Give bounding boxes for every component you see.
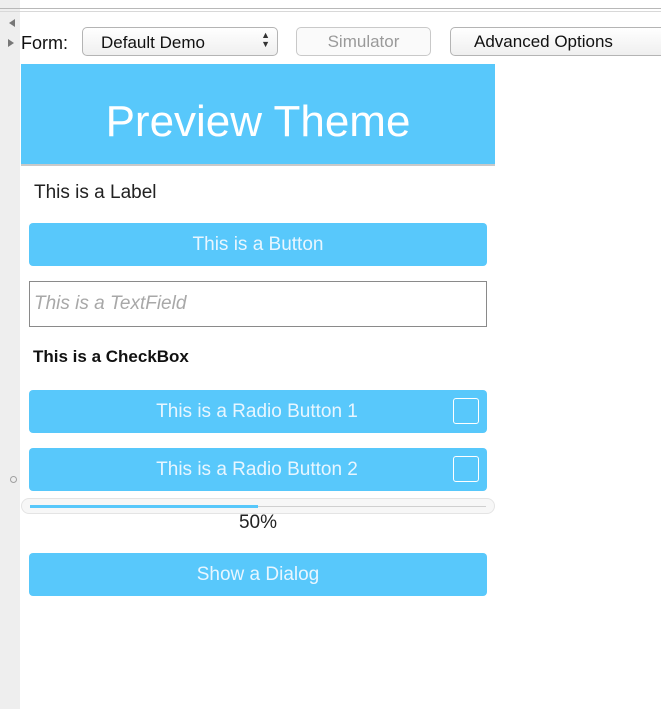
radio-button-1[interactable]: This is a Radio Button 1 — [29, 390, 487, 433]
top-divider-secondary — [0, 11, 661, 12]
show-dialog-button[interactable]: Show a Dialog — [29, 553, 487, 596]
radio-button-2-label: This is a Radio Button 2 — [156, 459, 358, 480]
sample-textfield-input[interactable] — [30, 282, 486, 326]
advanced-options-button[interactable]: Advanced Options — [450, 27, 661, 56]
slider-value: 50% — [238, 512, 278, 533]
preview-title: Preview Theme — [21, 64, 495, 164]
form-select[interactable]: Default Demo ▲ ▼ — [82, 27, 278, 56]
collapse-left-icon[interactable] — [9, 19, 15, 27]
radio-button-1-label: This is a Radio Button 1 — [156, 401, 358, 422]
radio-2-checkbox-icon[interactable] — [453, 456, 479, 482]
updown-arrows-icon: ▲ ▼ — [261, 30, 270, 49]
radio-1-checkbox-icon[interactable] — [453, 398, 479, 424]
top-divider — [0, 8, 661, 9]
sample-button[interactable]: This is a Button — [29, 223, 487, 266]
sample-textfield[interactable] — [29, 281, 487, 327]
left-gutter — [0, 0, 20, 709]
splitter-handle-icon[interactable] — [10, 476, 17, 483]
title-divider — [21, 164, 495, 166]
radio-button-2[interactable]: This is a Radio Button 2 — [29, 448, 487, 491]
simulator-button[interactable]: Simulator — [296, 27, 431, 56]
sample-checkbox[interactable]: This is a CheckBox — [33, 347, 189, 367]
form-select-value: Default Demo — [101, 33, 205, 52]
form-label: Form: — [21, 33, 68, 53]
expand-right-icon[interactable] — [8, 39, 14, 47]
sample-label: This is a Label — [34, 182, 157, 203]
slider-fill — [30, 505, 258, 508]
